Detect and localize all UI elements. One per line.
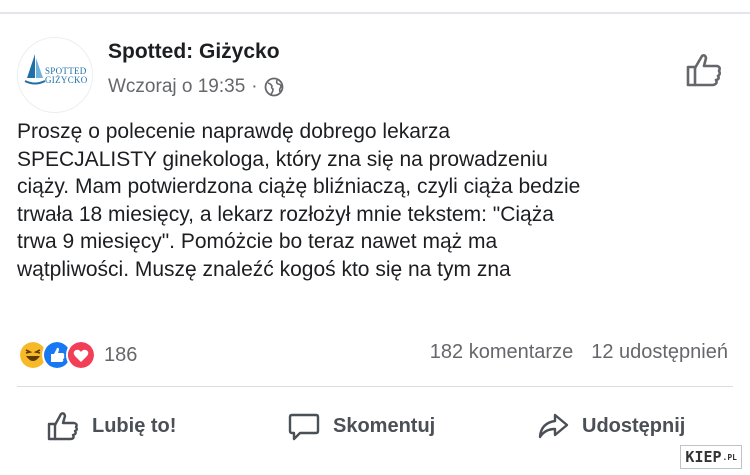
comment-button-label: Skomentuj [333, 414, 436, 437]
reaction-count: 186 [104, 343, 138, 366]
post-stats: 182 komentarze 12 udostępnień [430, 341, 728, 364]
love-icon [66, 340, 96, 370]
share-button-label: Udostępnij [582, 414, 686, 437]
post-meta: Wczoraj o 19:35 · [108, 76, 284, 98]
watermark-text: KIEP [685, 448, 722, 466]
share-arrow-icon [538, 413, 569, 439]
page-name-link[interactable]: Spotted: Giżycko [108, 40, 280, 64]
comment-bubble-icon [288, 413, 320, 441]
globe-icon [264, 77, 284, 97]
sailboat-logo-icon [24, 54, 46, 85]
kiep-watermark: KIEP .PL [680, 445, 742, 469]
top-divider [0, 12, 750, 14]
post-timestamp[interactable]: Wczoraj o 19:35 [108, 76, 245, 98]
shares-count-link[interactable]: 12 udostępnień [591, 341, 728, 364]
reactions-summary[interactable]: 186 [18, 340, 137, 370]
comments-count-link[interactable]: 182 komentarze [430, 341, 573, 364]
avatar-logo-line2: GIŻYCKO [45, 75, 88, 85]
like-page-icon[interactable] [684, 50, 724, 90]
actions-divider [17, 386, 733, 387]
watermark-suffix: .PL [722, 452, 737, 462]
comment-button[interactable]: Skomentuj [287, 404, 435, 448]
page-avatar[interactable]: SPOTTED GIŻYCKO [17, 37, 93, 113]
meta-separator: · [251, 76, 258, 97]
like-button-label: Lubię to! [92, 414, 177, 437]
share-button[interactable]: Udostępnij [536, 404, 685, 448]
post-text: Proszę o polecenie naprawdę dobrego leka… [17, 120, 581, 281]
thumbs-up-icon [47, 412, 78, 441]
like-button[interactable]: Lubię to! [46, 404, 176, 448]
post-actions-bar: Lubię to! Skomentuj Udostępnij [0, 404, 750, 448]
